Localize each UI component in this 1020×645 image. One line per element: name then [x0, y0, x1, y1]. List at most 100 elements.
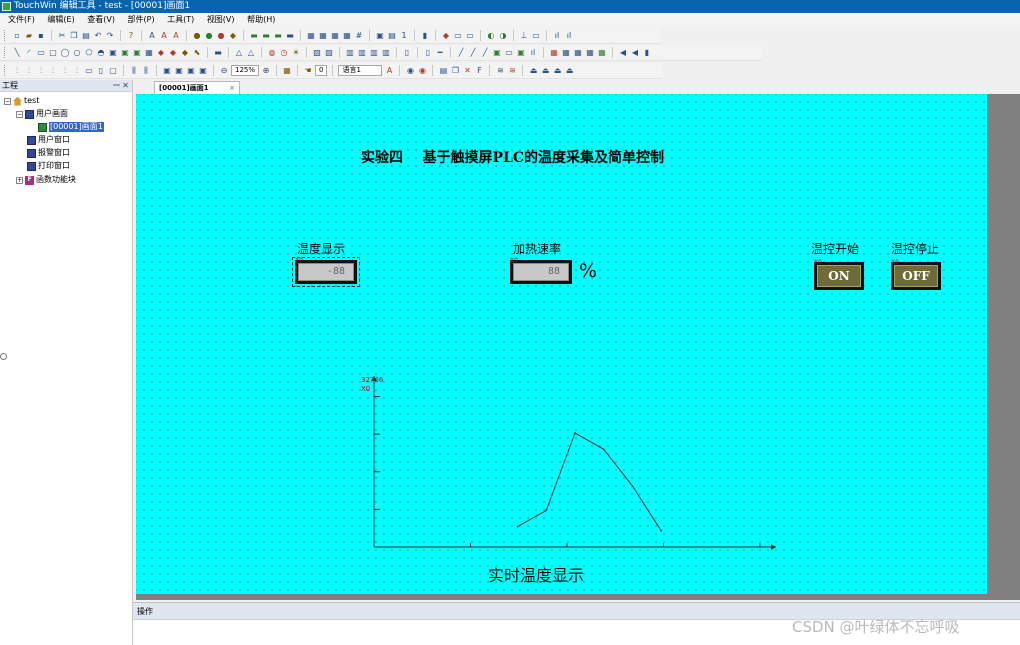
- keyboard-icon-4[interactable]: ▦: [585, 48, 595, 58]
- hand-icon[interactable]: ☚: [303, 66, 313, 76]
- polygon-tool-icon[interactable]: ⬠: [84, 48, 94, 58]
- splitter-handle-icon[interactable]: [0, 353, 7, 360]
- tab-screen1[interactable]: [00001]画面1 ×: [154, 81, 240, 94]
- document-icon[interactable]: ▯: [423, 48, 433, 58]
- space-h-icon[interactable]: ⫼: [129, 66, 139, 76]
- menu-view[interactable]: 查看(V): [87, 15, 115, 24]
- trend-icon-3[interactable]: ╱: [480, 48, 490, 58]
- ellipse-tool-icon[interactable]: ◯: [60, 48, 70, 58]
- button-tool-icon[interactable]: ▣: [108, 48, 118, 58]
- open-folder-icon[interactable]: ▰: [24, 31, 34, 41]
- temp-display-label[interactable]: 温度显示: [297, 240, 345, 257]
- collapse-icon[interactable]: −: [4, 97, 11, 105]
- recipe-icon[interactable]: ▬: [213, 48, 223, 58]
- download-icon[interactable]: ▮: [420, 31, 430, 41]
- sector-tool-icon[interactable]: ◓: [96, 48, 106, 58]
- zoom-in-icon[interactable]: ⊕: [261, 66, 271, 76]
- keyboard-icon-1[interactable]: ▦: [549, 48, 559, 58]
- meter-icon[interactable]: ◍: [267, 48, 277, 58]
- trend-icon-6[interactable]: ▣: [516, 48, 526, 58]
- keyboard-icon-3[interactable]: ▦: [573, 48, 583, 58]
- globe-icon-1[interactable]: ◉: [405, 66, 415, 76]
- keyboard-icon-2[interactable]: ▦: [561, 48, 571, 58]
- paste-icon[interactable]: ▤: [81, 31, 91, 41]
- grid-icon-3[interactable]: ▦: [330, 31, 340, 41]
- close-tab-icon[interactable]: ×: [229, 82, 235, 94]
- tree-print-windows[interactable]: 打印窗口: [27, 161, 70, 171]
- toolbar-grip[interactable]: [4, 65, 7, 76]
- heat-rate-field[interactable]: X0 88: [510, 257, 572, 284]
- tree-alarm-windows[interactable]: 报警窗口: [27, 148, 70, 158]
- new-file-icon[interactable]: ▫: [12, 31, 22, 41]
- align-icon-3[interactable]: ▮: [642, 48, 652, 58]
- part-icon[interactable]: ◆: [228, 31, 238, 41]
- group-icon[interactable]: ▣: [162, 66, 172, 76]
- temperature-trend-chart[interactable]: 32766 X0: [356, 364, 786, 559]
- trend-icon-4[interactable]: ▣: [492, 48, 502, 58]
- start-button-label[interactable]: 温控开始: [811, 240, 859, 257]
- language-select[interactable]: 语言1: [338, 65, 383, 76]
- tree-user-screens[interactable]: − 用户画面: [16, 109, 68, 119]
- menu-help[interactable]: 帮助(H): [247, 15, 275, 24]
- triangle-icon-2[interactable]: △: [246, 48, 256, 58]
- device-icon-3[interactable]: ⏏: [552, 66, 562, 76]
- online-icon[interactable]: ◐: [486, 31, 496, 41]
- rounded-rect-tool-icon[interactable]: ▢: [48, 48, 58, 58]
- expand-icon[interactable]: +: [16, 176, 23, 184]
- collapse-icon[interactable]: −: [16, 110, 23, 118]
- heat-rate-label[interactable]: 加热速率: [513, 240, 561, 257]
- zoom-out-icon[interactable]: ⊖: [219, 66, 229, 76]
- zoom-select[interactable]: 125%: [231, 65, 260, 76]
- cut-icon[interactable]: ✂: [57, 31, 67, 41]
- text-tool-icon[interactable]: A: [147, 31, 157, 41]
- compile-all-icon-2[interactable]: ≋: [507, 66, 517, 76]
- layer-select[interactable]: 0: [315, 65, 328, 76]
- toolbar-grip[interactable]: [4, 47, 7, 58]
- align-middle-icon[interactable]: ⫶: [60, 66, 70, 76]
- triangle-icon-1[interactable]: △: [234, 48, 244, 58]
- offline-icon[interactable]: ◑: [498, 31, 508, 41]
- gif-icon[interactable]: ◆: [168, 48, 178, 58]
- align-center-icon[interactable]: ⫶: [24, 66, 34, 76]
- slider-icon[interactable]: ━: [435, 48, 445, 58]
- screen-button-icon[interactable]: ▣: [120, 48, 130, 58]
- copy-format-icon[interactable]: ❐: [450, 66, 460, 76]
- grid-icon-1[interactable]: ▦: [306, 31, 316, 41]
- alarm-icon[interactable]: ●: [216, 31, 226, 41]
- send-back-icon[interactable]: ▣: [198, 66, 208, 76]
- trend-caption[interactable]: 实时温度显示: [488, 562, 584, 586]
- print-icon[interactable]: ▤: [387, 31, 397, 41]
- counter-icon[interactable]: 1: [399, 31, 409, 41]
- delete-icon[interactable]: ✕: [462, 66, 472, 76]
- bar-chart-icon-2[interactable]: ıl: [564, 31, 574, 41]
- temp-display-field[interactable]: X0 -88: [292, 257, 360, 287]
- align-bottom-icon[interactable]: ⫶: [72, 66, 82, 76]
- picture-icon-1[interactable]: ▧: [312, 48, 322, 58]
- design-canvas[interactable]: 实验四 基于触摸屏PLC的温度采集及简单控制 温度显示 X0 -88 加热速率 …: [136, 94, 987, 594]
- bitmap-icon[interactable]: ◆: [156, 48, 166, 58]
- line-icon[interactable]: ⊥: [519, 31, 529, 41]
- data-icon-1[interactable]: ▥: [345, 48, 355, 58]
- frame-icon[interactable]: ▭: [465, 31, 475, 41]
- ungroup-icon[interactable]: ▣: [174, 66, 184, 76]
- book-icon[interactable]: ▯: [402, 48, 412, 58]
- trend-icon-7[interactable]: ıl: [528, 48, 538, 58]
- clock-icon[interactable]: ◷: [279, 48, 289, 58]
- arc-tool-icon[interactable]: ◜: [24, 48, 34, 58]
- rect-frame-icon[interactable]: ▭: [531, 31, 541, 41]
- properties-icon[interactable]: ▤: [438, 66, 448, 76]
- align-icon-1[interactable]: ◀: [618, 48, 628, 58]
- menu-file[interactable]: 文件(F): [8, 15, 35, 24]
- palette-icon[interactable]: ◆: [180, 48, 190, 58]
- globe-icon-2[interactable]: ◉: [417, 66, 427, 76]
- device-icon-1[interactable]: ⏏: [528, 66, 538, 76]
- align-left-icon[interactable]: ⫶: [12, 66, 22, 76]
- same-size-icon[interactable]: ▢: [108, 66, 118, 76]
- rectangle-tool-icon[interactable]: ▭: [36, 48, 46, 58]
- image-icon[interactable]: ▣: [375, 31, 385, 41]
- trend-icon-5[interactable]: ▭: [504, 48, 514, 58]
- menu-window[interactable]: 视图(V): [207, 15, 235, 24]
- tree-user-windows[interactable]: 用户窗口: [27, 135, 70, 145]
- picture-icon-2[interactable]: ▧: [324, 48, 334, 58]
- align-right-icon[interactable]: ⫶: [36, 66, 46, 76]
